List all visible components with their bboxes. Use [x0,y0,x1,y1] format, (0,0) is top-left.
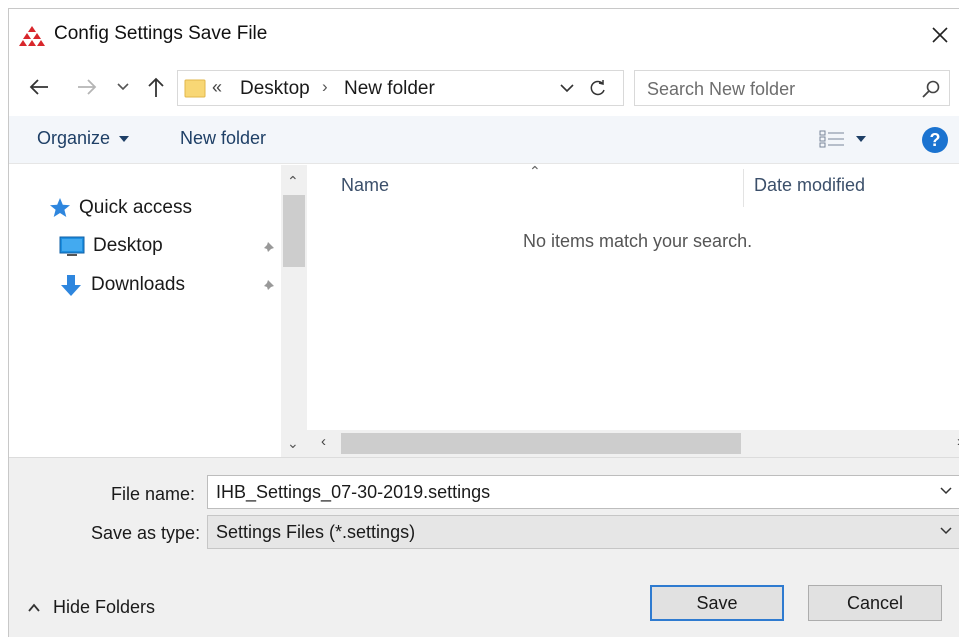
hide-folders-button[interactable]: Hide Folders [27,597,155,618]
search-placeholder: Search New folder [647,79,796,99]
desktop-icon [59,236,85,256]
sidebar-item-downloads[interactable]: Downloads [59,273,185,297]
breadcrumb-new-folder[interactable]: New folder [344,78,435,100]
address-dropdown-icon[interactable] [558,80,576,96]
save-type-select[interactable]: Settings Files (*.settings) [207,515,959,549]
change-view-button[interactable] [819,129,867,149]
file-name-label: File name: [111,484,196,504]
chevron-down-icon [940,527,952,535]
navigation-pane-scrollbar[interactable]: ⌃ ⌄ [281,165,307,457]
refresh-icon[interactable] [588,78,608,98]
pin-icon[interactable] [259,241,275,257]
recent-locations-button[interactable] [113,72,133,102]
empty-list-message: No items match your search. [523,231,753,251]
pin-icon[interactable] [259,279,275,295]
address-bar[interactable]: « Desktop › New folder [177,70,624,106]
title-bar: Config Settings Save File [9,9,959,59]
up-button[interactable] [143,72,169,102]
caret-down-icon [119,135,130,142]
close-icon [932,27,948,43]
command-toolbar: Organize New folder ? [9,116,959,164]
navigation-row: « Desktop › New folder Search New folder [9,64,959,110]
breadcrumb-overflow[interactable]: « [212,77,222,98]
download-arrow-icon [61,275,81,296]
back-button[interactable] [25,72,53,102]
help-button[interactable]: ? [922,127,948,153]
chevron-up-icon [28,603,40,612]
sidebar-item-label: Quick access [79,197,192,218]
breadcrumb-separator[interactable]: › [322,77,328,97]
arrow-up-icon [148,77,164,97]
sidebar-item-desktop[interactable]: Desktop [59,235,163,257]
sidebar-item-label: Desktop [93,235,163,256]
breadcrumb-desktop[interactable]: Desktop [240,78,310,100]
caret-down-icon [856,136,866,142]
sidebar-item-label: Downloads [91,274,185,295]
navigation-pane: Quick access Desktop Downloads [9,165,281,457]
chevron-down-icon [117,83,129,91]
star-icon [50,198,70,217]
close-button[interactable] [920,17,959,53]
arrow-right-icon [78,79,97,95]
search-input[interactable]: Search New folder [634,70,950,106]
column-header-date-modified[interactable]: Date modified [754,175,865,196]
save-options-pane: File name: IHB_Settings_07-30-2019.setti… [9,457,959,637]
file-list-horizontal-scrollbar[interactable]: ‹ › [307,430,959,457]
window-title: Config Settings Save File [54,23,268,44]
file-name-value: IHB_Settings_07-30-2019.settings [216,482,491,502]
app-logo-icon [19,26,45,46]
scrollbar-thumb[interactable] [283,195,305,267]
arrow-left-icon [29,79,48,95]
scroll-up-icon[interactable]: ⌃ [287,173,299,190]
cancel-button[interactable]: Cancel [808,585,942,621]
save-button[interactable]: Save [650,585,784,621]
save-type-label: Save as type: [91,523,201,543]
hide-folders-label: Hide Folders [53,597,156,617]
scroll-left-icon[interactable]: ‹ [321,433,326,450]
forward-button[interactable] [73,72,101,102]
save-file-dialog: Config Settings Save File « Desktop › Ne… [8,8,959,637]
scroll-down-icon[interactable]: ⌄ [287,435,299,452]
sidebar-item-quick-access[interactable]: Quick access [49,197,192,219]
scrollbar-thumb[interactable] [341,433,741,454]
file-list: ⌃ Name Date modified No items match your… [307,163,959,430]
search-icon[interactable] [921,79,941,99]
sort-ascending-icon: ⌃ [529,163,541,179]
organize-button[interactable]: Organize [37,128,130,149]
column-header-name[interactable]: Name [341,175,389,196]
details-view-icon [819,130,844,148]
file-name-field[interactable]: IHB_Settings_07-30-2019.settings [207,475,959,509]
help-icon: ? [929,129,941,150]
save-type-value: Settings Files (*.settings) [216,522,416,542]
chevron-down-icon[interactable] [939,484,953,498]
column-divider[interactable] [743,169,744,207]
new-folder-button[interactable]: New folder [180,128,266,149]
organize-label: Organize [37,128,111,148]
folder-icon [184,79,206,98]
new-folder-label: New folder [180,128,267,148]
